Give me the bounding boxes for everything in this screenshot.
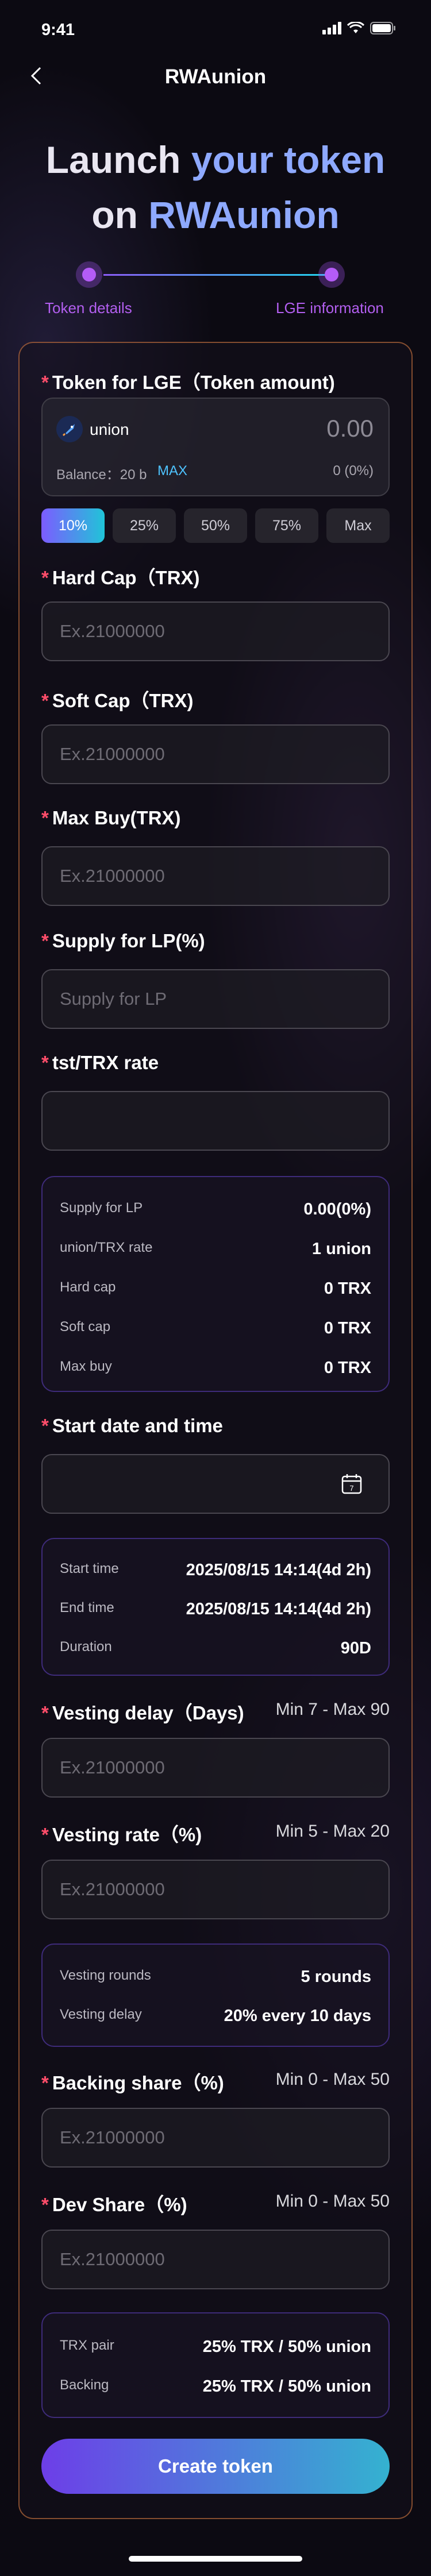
percent-selector: 10% 25% 50% 75% Max bbox=[41, 508, 390, 543]
summary-row: TRX pair 25% TRX / 50% union bbox=[60, 2338, 371, 2356]
hero-heading: Launch your token on RWAunion bbox=[0, 132, 431, 242]
backing-share-input[interactable]: Ex.21000000 bbox=[41, 2108, 390, 2168]
create-token-button[interactable]: Create token bbox=[41, 2439, 390, 2494]
vesting-delay-label: * Vesting delay（Days) bbox=[41, 1702, 244, 1723]
backing-share-hint: Min 0 - Max 50 bbox=[275, 2070, 390, 2089]
dev-share-hint: Min 0 - Max 50 bbox=[275, 2192, 390, 2211]
hero-text-2: your token bbox=[191, 138, 386, 181]
balance-percent: 0 (0%) bbox=[333, 463, 374, 479]
form-card: * Token for LGE（Token amount) union 0.00 … bbox=[18, 342, 413, 2519]
token-name: union bbox=[90, 421, 129, 438]
status-bar: 9:41 bbox=[0, 0, 431, 57]
start-date-input[interactable]: 7 bbox=[41, 1454, 390, 1514]
summary-row: Vesting delay 20% every 10 days bbox=[60, 2007, 371, 2025]
status-icons bbox=[322, 22, 397, 34]
hard-cap-input[interactable]: Ex.21000000 bbox=[41, 601, 390, 661]
lp-summary-box: Supply for LP 0.00(0%) union/TRX rate 1 un… bbox=[41, 1176, 390, 1392]
vesting-rate-input[interactable]: Ex.21000000 bbox=[41, 1860, 390, 1919]
vesting-delay-hint: Min 7 - Max 90 bbox=[275, 1700, 390, 1719]
wifi-icon bbox=[347, 22, 364, 33]
max-link[interactable]: MAX bbox=[157, 463, 187, 479]
battery-icon bbox=[370, 22, 395, 34]
soft-cap-input[interactable]: Ex.21000000 bbox=[41, 724, 390, 784]
share-summary-box: TRX pair 25% TRX / 50% union Backing 25% T… bbox=[41, 2312, 390, 2418]
summary-row: Max buy 0 TRX bbox=[60, 1359, 371, 1377]
balance-label: Balance：20 b bbox=[56, 467, 147, 483]
summary-row: Hard cap 0 TRX bbox=[60, 1279, 371, 1298]
hero-text-1: Launch bbox=[45, 138, 191, 181]
pct-option-25[interactable]: 25% bbox=[113, 508, 176, 543]
calendar-icon[interactable]: 7 bbox=[340, 1472, 363, 1495]
token-amount-box[interactable]: union 0.00 Balance：20 b MAX 0 (0%) bbox=[41, 398, 390, 496]
time-summary-box: Start time 2025/08/15 14:14(4d 2h) End ti… bbox=[41, 1538, 390, 1676]
stepper: Token details LGE information bbox=[0, 261, 431, 325]
step-label-2: LGE information bbox=[276, 299, 384, 317]
summary-row: Soft cap 0 TRX bbox=[60, 1319, 371, 1337]
pct-option-75[interactable]: 75% bbox=[255, 508, 318, 543]
max-buy-label: * Max Buy(TRX) bbox=[41, 807, 181, 828]
soft-cap-label: * Soft Cap（TRX) bbox=[41, 690, 194, 711]
rate-input[interactable] bbox=[41, 1091, 390, 1151]
vesting-summary-box: Vesting rounds 5 rounds Vesting delay 20% … bbox=[41, 1943, 390, 2047]
max-buy-input[interactable]: Ex.21000000 bbox=[41, 846, 390, 906]
svg-text:7: 7 bbox=[349, 1484, 353, 1493]
dev-share-input[interactable]: Ex.21000000 bbox=[41, 2230, 390, 2289]
rocket-icon bbox=[56, 416, 83, 442]
token-amount[interactable]: 0.00 bbox=[326, 415, 374, 442]
summary-row: union/TRX rate 1 union bbox=[60, 1240, 371, 1258]
vesting-delay-input[interactable]: Ex.21000000 bbox=[41, 1738, 390, 1798]
summary-row: Duration 90D bbox=[60, 1639, 371, 1657]
dev-share-label: * Dev Share（%) bbox=[41, 2194, 187, 2215]
status-time: 9:41 bbox=[41, 21, 75, 39]
step-connector bbox=[103, 274, 328, 276]
summary-row: Vesting rounds 5 rounds bbox=[60, 1968, 371, 1986]
step-label-1: Token details bbox=[45, 299, 132, 317]
rate-label: * tst/TRX rate bbox=[41, 1052, 159, 1073]
hard-cap-label: * Hard Cap（TRX) bbox=[41, 567, 200, 588]
step-dot-2[interactable] bbox=[318, 261, 345, 288]
start-date-label: * Start date and time bbox=[41, 1415, 223, 1436]
pct-option-50[interactable]: 50% bbox=[184, 508, 247, 543]
supply-lp-input[interactable]: Supply for LP bbox=[41, 969, 390, 1029]
summary-row: Supply for LP 0.00(0%) bbox=[60, 1200, 371, 1218]
backing-share-label: * Backing share（%) bbox=[41, 2072, 224, 2093]
step-dot-1[interactable] bbox=[76, 261, 102, 288]
signal-icon bbox=[322, 22, 341, 34]
hero-text-3: on bbox=[91, 194, 149, 236]
token-lge-label: * Token for LGE（Token amount) bbox=[41, 372, 335, 393]
supply-lp-label: * Supply for LP(%) bbox=[41, 930, 205, 951]
summary-row: Start time 2025/08/15 14:14(4d 2h) bbox=[60, 1561, 371, 1579]
vesting-rate-label: * Vesting rate（%) bbox=[41, 1824, 202, 1845]
home-indicator bbox=[129, 2556, 302, 2562]
summary-row: End time 2025/08/15 14:14(4d 2h) bbox=[60, 1600, 371, 1618]
summary-row: Backing 25% TRX / 50% union bbox=[60, 2377, 371, 2396]
nav-bar: RWAunion bbox=[0, 57, 431, 94]
hero-text-4: RWAunion bbox=[148, 194, 340, 236]
vesting-rate-hint: Min 5 - Max 20 bbox=[275, 1822, 390, 1841]
page-title: RWAunion bbox=[164, 65, 267, 88]
pct-option-10[interactable]: 10% bbox=[41, 508, 105, 543]
pct-option-max[interactable]: Max bbox=[326, 508, 390, 543]
